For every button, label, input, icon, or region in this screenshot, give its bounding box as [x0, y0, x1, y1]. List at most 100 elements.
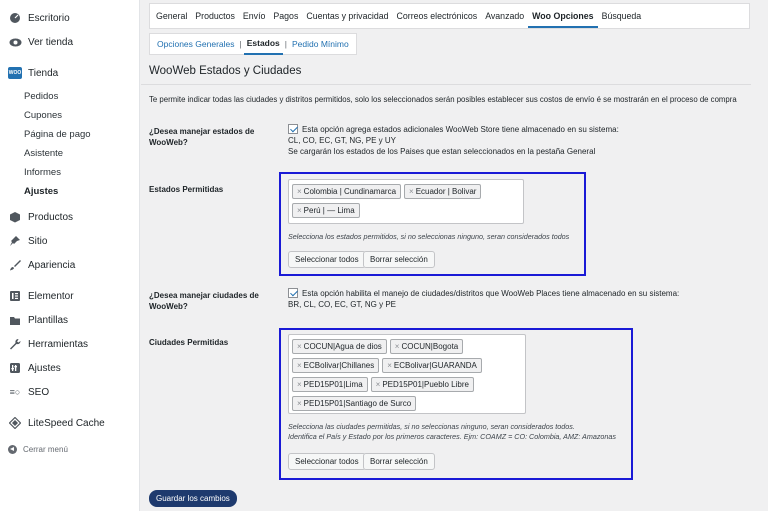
menu-item-seo[interactable]: ≡○ SEO: [0, 380, 139, 404]
remove-icon[interactable]: ×: [297, 342, 302, 351]
remove-icon[interactable]: ×: [376, 380, 381, 389]
menu-label: Sitio: [28, 235, 48, 247]
tab-envio[interactable]: Envío: [239, 4, 270, 28]
collapse-label: Cerrar menú: [23, 444, 68, 454]
ciudades-toggle-label: ¿Desea manejar ciudades de WooWeb?: [149, 291, 259, 311]
estados-select[interactable]: × Colombia | Cundinamarca × Ecuador | Boli…: [288, 179, 524, 224]
menu-item-plantillas[interactable]: Plantillas: [0, 308, 139, 332]
pin-icon: [8, 234, 22, 248]
submenu-item-pedidos[interactable]: Pedidos: [0, 87, 139, 106]
tab-pagos[interactable]: Pagos: [269, 4, 302, 28]
submenu-item-cupones[interactable]: Cupones: [0, 106, 139, 125]
remove-icon[interactable]: ×: [297, 206, 302, 215]
eye-icon: [8, 35, 22, 49]
tab-general[interactable]: General: [152, 4, 191, 28]
main-content: General Productos Envío Pagos Cuentas y …: [141, 0, 768, 511]
estados-hint: Selecciona los estados permitidos, si no…: [288, 232, 570, 241]
menu-label: Ver tienda: [28, 36, 74, 48]
subtab-estados[interactable]: Estados: [243, 33, 283, 55]
ciudad-chip[interactable]: × PED15P01|Santiago de Surco: [292, 396, 417, 411]
estado-chip[interactable]: × Colombia | Cundinamarca: [292, 184, 402, 199]
elementor-icon: [8, 289, 22, 303]
remove-icon[interactable]: ×: [297, 187, 302, 196]
estado-chip[interactable]: × Ecuador | Bolivar: [404, 184, 482, 199]
menu-item-escritorio[interactable]: Escritorio: [0, 6, 139, 30]
menu-item-herramientas[interactable]: Herramientas: [0, 332, 139, 356]
menu-label: Ajustes: [28, 362, 61, 374]
menu-item-sitio[interactable]: Sitio: [0, 229, 139, 253]
ciudades-select-all-button[interactable]: Seleccionar todos: [288, 453, 366, 470]
menu-label: LiteSpeed Cache: [28, 417, 105, 429]
collapse-menu-button[interactable]: Cerrar menú: [0, 439, 139, 459]
remove-icon[interactable]: ×: [297, 361, 302, 370]
ciudad-chip[interactable]: × PED15P01|Pueblo Libre: [370, 377, 474, 392]
settings-icon: [8, 361, 22, 375]
estados-toggle-label: ¿Desea manejar estados de WooWeb?: [149, 127, 255, 147]
menu-item-elementor[interactable]: Elementor: [0, 284, 139, 308]
menu-label: Herramientas: [28, 338, 89, 350]
wrench-icon: [8, 337, 22, 351]
tab-busqueda[interactable]: Búsqueda: [598, 4, 646, 28]
tienda-submenu: Pedidos Cupones Página de pago Asistente…: [0, 85, 139, 205]
ciudades-permitidas-label: Ciudades Permitidas: [149, 338, 229, 347]
menu-label: Elementor: [28, 290, 74, 302]
tab-correos-electronicos[interactable]: Correos electrónicos: [393, 4, 482, 28]
menu-item-ver-tienda[interactable]: Ver tienda: [0, 30, 139, 54]
tab-productos[interactable]: Productos: [191, 4, 239, 28]
box-icon: [8, 210, 22, 224]
estados-clear-button[interactable]: Borrar selección: [363, 251, 435, 268]
menu-label: Plantillas: [28, 314, 69, 326]
page-description: Te permite indicar todas las ciudades y …: [149, 95, 737, 104]
diamond-icon: [8, 416, 22, 430]
page-title: WooWeb Estados y Ciudades: [149, 65, 302, 77]
remove-icon[interactable]: ×: [387, 361, 392, 370]
estados-select-all-button[interactable]: Seleccionar todos: [288, 251, 366, 268]
menu-item-apariencia[interactable]: Apariencia: [0, 253, 139, 277]
remove-icon[interactable]: ×: [297, 399, 302, 408]
brush-icon: [8, 258, 22, 272]
ciudades-toggle-field: Esta opción habilita el manejo de ciudad…: [288, 288, 680, 309]
ciudades-clear-button[interactable]: Borrar selección: [363, 453, 435, 470]
dashboard-icon: [8, 11, 22, 25]
ciudades-select[interactable]: × COCUN|Agua de dios × COCUN|Bogota × ECBol…: [288, 334, 526, 414]
submenu-item-ajustes[interactable]: Ajustes: [0, 182, 139, 201]
remove-icon[interactable]: ×: [395, 342, 400, 351]
estados-checkbox[interactable]: [288, 124, 298, 134]
subtabs: Opciones Generales | Estados | Pedido Mí…: [149, 33, 357, 55]
menu-item-tienda[interactable]: WOO Tienda: [0, 61, 139, 85]
tab-woo-opciones[interactable]: Woo Opciones: [528, 4, 598, 28]
submenu-item-pagina-de-pago[interactable]: Página de pago: [0, 125, 139, 144]
menu-item-litespeed-cache[interactable]: LiteSpeed Cache: [0, 411, 139, 435]
ciudad-chip[interactable]: × PED15P01|Lima: [292, 377, 368, 392]
folder-icon: [8, 313, 22, 327]
divider: [141, 84, 751, 85]
remove-icon[interactable]: ×: [409, 187, 414, 196]
menu-item-ajustes[interactable]: Ajustes: [0, 356, 139, 380]
seo-icon: ≡○: [9, 387, 21, 397]
estado-chip[interactable]: × Perú | — Lima: [292, 203, 360, 218]
ciudad-chip[interactable]: × ECBolivar|Chillanes: [292, 358, 380, 373]
menu-label: Productos: [28, 211, 74, 223]
admin-sidebar: Escritorio Ver tienda WOO Tienda Pedidos…: [0, 0, 140, 511]
remove-icon[interactable]: ×: [297, 380, 302, 389]
tab-cuentas-y-privacidad[interactable]: Cuentas y privacidad: [302, 4, 392, 28]
ciudad-chip[interactable]: × ECBolivar|GUARANDA: [382, 358, 482, 373]
estados-permitidos-label: Estados Permitidas: [149, 185, 224, 194]
menu-label: Apariencia: [28, 259, 76, 271]
ciudades-checkbox[interactable]: [288, 288, 298, 298]
submenu-item-informes[interactable]: Informes: [0, 163, 139, 182]
ciudades-hint: Selecciona las ciudades permitidas, si n…: [288, 422, 617, 441]
menu-label: Escritorio: [28, 12, 70, 24]
menu-item-productos[interactable]: Productos: [0, 205, 139, 229]
tab-avanzado[interactable]: Avanzado: [481, 4, 528, 28]
ciudad-chip[interactable]: × COCUN|Agua de dios: [292, 339, 387, 354]
woo-icon: WOO: [8, 66, 22, 80]
menu-label: Tienda: [28, 67, 59, 79]
ciudad-chip[interactable]: × COCUN|Bogota: [389, 339, 464, 354]
subtab-opciones-generales[interactable]: Opciones Generales: [154, 34, 238, 54]
submenu-item-asistente[interactable]: Asistente: [0, 144, 139, 163]
settings-tabs: General Productos Envío Pagos Cuentas y …: [149, 3, 750, 29]
subtab-pedido-minimo[interactable]: Pedido Mínimo: [289, 34, 352, 54]
save-changes-button[interactable]: Guardar los cambios: [149, 490, 237, 507]
estados-toggle-field: Esta opción agrega estados adicionales W…: [288, 124, 619, 156]
